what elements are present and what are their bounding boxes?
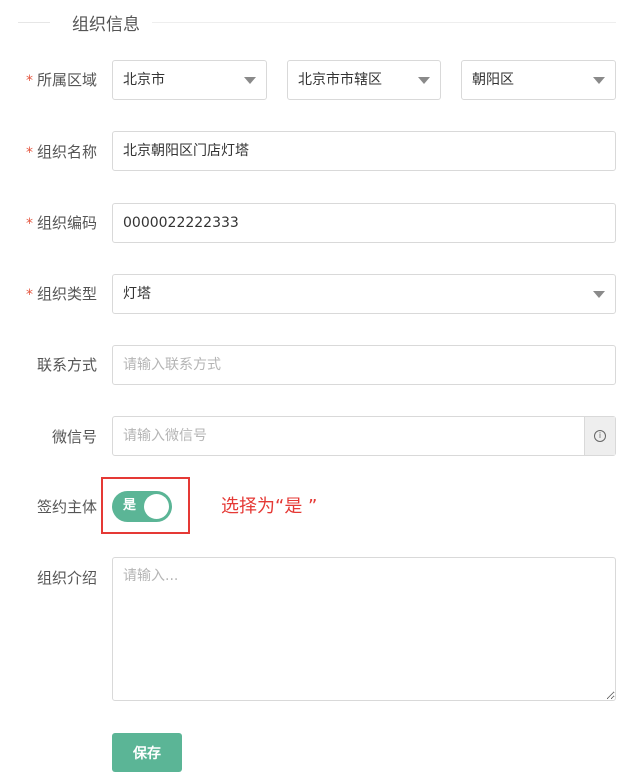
signing-toggle[interactable]: 是: [112, 491, 172, 522]
section-title: 组织信息: [72, 15, 140, 35]
district-group-select-value: 北京市市辖区: [298, 72, 382, 88]
save-button[interactable]: 保存: [112, 733, 182, 772]
intro-label: 组织介绍: [36, 569, 97, 587]
wechat-placeholder: 请输入微信号: [123, 428, 207, 444]
org-type-label: * 组织类型: [26, 284, 97, 305]
region-label-text: 所属区域: [36, 71, 97, 89]
org-type-select[interactable]: 灯塔: [112, 274, 616, 314]
district-group-select[interactable]: 北京市市辖区: [287, 60, 441, 100]
wechat-input-suffix[interactable]: i: [584, 417, 615, 455]
required-mark: *: [25, 73, 33, 89]
org-code-value: 0000022222333: [123, 215, 239, 231]
toggle-label: 是: [123, 498, 137, 513]
section-divider-left: [18, 22, 50, 23]
city-select[interactable]: 北京市: [112, 60, 267, 100]
section-divider-right: [152, 22, 616, 23]
region-label: * 所属区域: [26, 70, 97, 91]
city-select-value: 北京市: [123, 72, 165, 88]
info-icon: i: [594, 430, 606, 442]
org-name-label-text: 组织名称: [36, 143, 97, 161]
org-code-label: * 组织编码: [26, 213, 97, 234]
org-type-label-text: 组织类型: [36, 285, 97, 303]
chevron-down-icon: [593, 291, 605, 298]
wechat-label: 微信号: [51, 428, 97, 446]
required-mark: *: [25, 216, 33, 232]
org-name-value: 北京朝阳区门店灯塔: [123, 143, 249, 159]
chevron-down-icon: [244, 77, 256, 84]
required-mark: *: [25, 287, 33, 303]
org-name-input[interactable]: 北京朝阳区门店灯塔: [112, 131, 616, 171]
chevron-down-icon: [418, 77, 430, 84]
contact-label: 联系方式: [36, 356, 97, 374]
annotation-text: 选择为“是 ”: [221, 496, 318, 517]
district-select-value: 朝阳区: [472, 72, 514, 88]
intro-textarea[interactable]: [112, 557, 616, 701]
required-mark: *: [25, 145, 33, 161]
district-select[interactable]: 朝阳区: [461, 60, 616, 100]
org-name-label: * 组织名称: [26, 142, 97, 163]
contact-input[interactable]: 请输入联系方式: [112, 345, 616, 385]
org-code-input[interactable]: 0000022222333: [112, 203, 616, 243]
chevron-down-icon: [593, 77, 605, 84]
contact-placeholder: 请输入联系方式: [123, 357, 221, 373]
toggle-knob: [144, 494, 169, 519]
org-type-value: 灯塔: [123, 286, 151, 302]
wechat-input[interactable]: 请输入微信号 i: [112, 416, 616, 456]
signing-label: 签约主体: [36, 498, 97, 516]
org-code-label-text: 组织编码: [36, 214, 97, 232]
